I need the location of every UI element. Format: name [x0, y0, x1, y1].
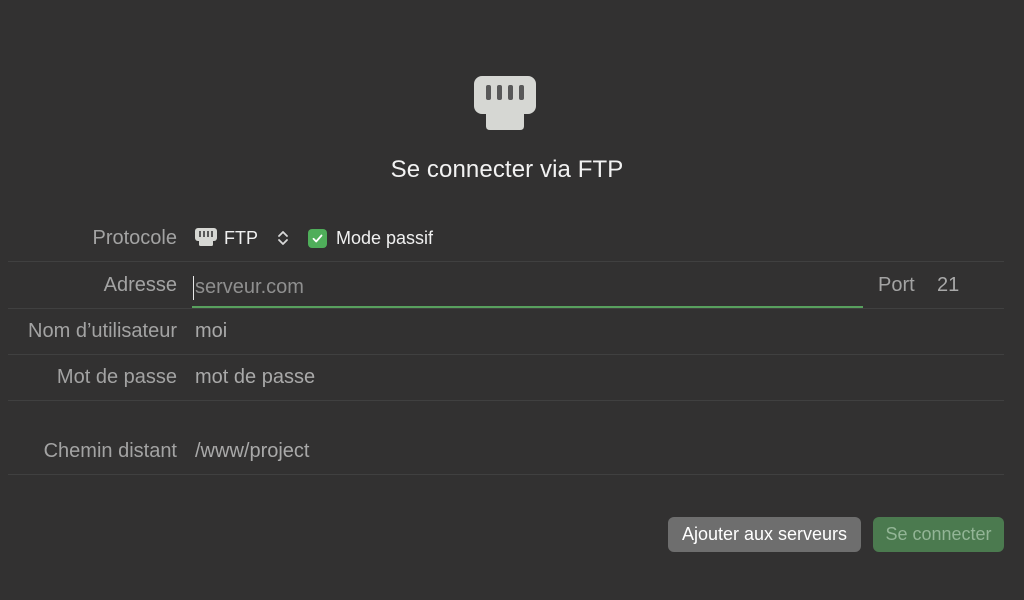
protocol-controls: FTP Mode passif: [195, 215, 433, 261]
username-input[interactable]: moi: [195, 308, 227, 354]
text-cursor: [193, 276, 194, 300]
username-label: Nom d’utilisateur: [28, 320, 177, 342]
remote-path-label: Chemin distant: [43, 440, 177, 462]
protocol-value: FTP: [224, 227, 258, 248]
dialog-title: Se connecter via FTP: [390, 156, 624, 183]
address-placeholder: serveur.com: [195, 276, 304, 298]
protocol-select[interactable]: FTP: [195, 228, 290, 249]
ethernet-port-icon: [195, 228, 217, 246]
chevron-up-down-icon: [278, 231, 288, 245]
remote-path-row: Chemin distant /www/project: [8, 428, 1004, 475]
add-to-servers-button[interactable]: Ajouter aux serveurs: [668, 517, 861, 552]
username-row: Nom d’utilisateur moi: [8, 308, 1004, 355]
password-row: Mot de passe mot de passe: [8, 354, 1004, 401]
passive-mode-checkbox[interactable]: [308, 228, 327, 248]
password-input[interactable]: mot de passe: [195, 354, 315, 400]
address-row: Adresse serveur.com Port 21: [8, 262, 1004, 309]
password-label: Mot de passe: [56, 366, 177, 388]
ftp-connect-dialog: Se connecter via FTP Protocole FTP Mode …: [0, 0, 1024, 600]
connect-button[interactable]: Se connecter: [873, 517, 1004, 552]
passive-mode-label[interactable]: Mode passif: [336, 228, 433, 249]
remote-path-input[interactable]: /www/project: [195, 428, 309, 474]
ethernet-port-icon: [474, 76, 536, 130]
protocol-row: Protocole FTP Mode passif: [8, 215, 1004, 262]
port-input[interactable]: 21: [937, 262, 959, 308]
protocol-label: Protocole: [92, 227, 178, 249]
port-label: Port: [878, 274, 915, 296]
address-label: Adresse: [103, 274, 177, 296]
address-input[interactable]: serveur.com: [192, 266, 863, 308]
checkmark-icon: [312, 234, 323, 242]
